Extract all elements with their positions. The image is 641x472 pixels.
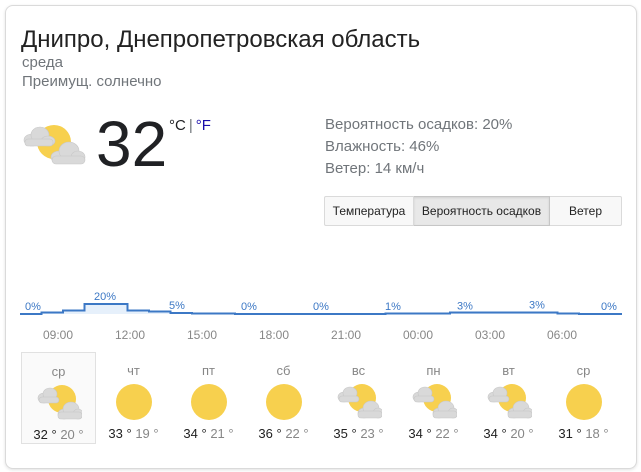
day-name: сб [276, 363, 291, 378]
precip-label: 0% [313, 301, 329, 313]
wind: Ветер: 14 км/ч [325, 160, 425, 177]
day-temps: 33 ° 19 ° [96, 426, 171, 441]
precipitation-probability: Вероятность осадков: 20% [325, 116, 513, 133]
sun-icon [265, 384, 302, 420]
unit-celsius[interactable]: °C [169, 117, 186, 134]
humidity: Влажность: 46% [325, 138, 440, 155]
partly-cloudy-icon [337, 384, 382, 419]
tab-wind[interactable]: Ветер [550, 196, 622, 226]
day-temps: 35 ° 23 ° [321, 426, 396, 441]
day-tile[interactable]: ср 32 ° 20 ° [21, 352, 96, 444]
precip-label: 0% [25, 301, 41, 313]
time-axis: 09:00 12:00 15:00 18:00 21:00 00:00 03:00 06:00 [43, 328, 577, 342]
day-low: 20 ° [60, 427, 84, 442]
day-tile[interactable]: чт 33 ° 19 ° [96, 352, 171, 444]
day-high: 32 ° [33, 427, 57, 442]
partly-cloudy-icon [23, 125, 86, 165]
time-label: 06:00 [547, 328, 577, 342]
day-tile[interactable]: вт 34 ° 20 ° [471, 352, 546, 444]
day-temps: 34 ° 22 ° [396, 426, 471, 441]
day-high: 35 ° [333, 426, 357, 441]
day-name: чт [127, 363, 140, 378]
day-high: 31 ° [558, 426, 582, 441]
day-low: 20 ° [510, 426, 534, 441]
daily-forecast: ср 32 ° 20 ° чт 33 ° 19 ° пт 34 ° 21 ° сб 36 ° … [21, 352, 621, 444]
time-label: 03:00 [475, 328, 505, 342]
time-label: 18:00 [259, 328, 289, 342]
condition-label: Преимущ. солнечно [22, 73, 162, 90]
day-name: ср [576, 363, 591, 378]
day-high: 34 ° [483, 426, 507, 441]
day-low: 18 ° [585, 426, 609, 441]
day-high: 36 ° [258, 426, 282, 441]
time-label: 12:00 [115, 328, 145, 342]
day-tile[interactable]: пт 34 ° 21 ° [171, 352, 246, 444]
sun-icon [190, 384, 227, 420]
day-low: 22 ° [285, 426, 309, 441]
day-temps: 36 ° 22 ° [246, 426, 321, 441]
day-name: пт [202, 363, 215, 378]
sun-icon [565, 384, 602, 420]
day-label: среда [22, 54, 63, 71]
unit-fahrenheit[interactable]: °F [196, 117, 211, 134]
day-tile[interactable]: вс 35 ° 23 ° [321, 352, 396, 444]
time-label: 09:00 [43, 328, 73, 342]
precip-label: 1% [385, 301, 401, 313]
day-temps: 34 ° 20 ° [471, 426, 546, 441]
partly-cloudy-icon [37, 385, 82, 420]
tab-temperature[interactable]: Температура [324, 196, 414, 226]
day-temps: 34 ° 21 ° [171, 426, 246, 441]
day-low: 21 ° [210, 426, 234, 441]
tab-precipitation[interactable]: Вероятность осадков [414, 196, 550, 226]
precipitation-chart: 0% 20% 5% 0% 0% 1% 3% 3% 0% [20, 291, 622, 315]
day-low: 19 ° [135, 426, 159, 441]
day-high: 33 ° [108, 426, 132, 441]
day-high: 34 ° [408, 426, 432, 441]
precip-label: 0% [241, 301, 257, 313]
day-low: 23 ° [360, 426, 384, 441]
location-title: Днипро, Днепропетровская область [21, 26, 421, 53]
precip-label: 20% [94, 291, 116, 303]
day-tile[interactable]: сб 36 ° 22 ° [246, 352, 321, 444]
time-label: 15:00 [187, 328, 217, 342]
time-label: 21:00 [331, 328, 361, 342]
unit-switch: °C | °F [169, 117, 211, 134]
precip-label: 5% [169, 300, 185, 312]
day-tile[interactable]: ср 31 ° 18 ° [546, 352, 621, 444]
current-temperature: 32 [96, 108, 168, 180]
day-name: вс [351, 363, 366, 378]
sun-icon [115, 384, 152, 420]
chart-tabs: Температура Вероятность осадков Ветер [324, 196, 622, 226]
precip-label: 3% [457, 301, 473, 313]
day-high: 34 ° [183, 426, 207, 441]
day-tile[interactable]: пн 34 ° 22 ° [396, 352, 471, 444]
day-name: ср [51, 364, 66, 379]
partly-cloudy-icon [412, 384, 457, 419]
day-low: 22 ° [435, 426, 459, 441]
day-temps: 32 ° 20 ° [22, 427, 95, 442]
day-name: пн [426, 363, 441, 378]
day-temps: 31 ° 18 ° [546, 426, 621, 441]
partly-cloudy-icon [487, 384, 532, 419]
time-label: 00:00 [403, 328, 433, 342]
unit-separator: | [188, 117, 193, 134]
day-name: вт [502, 363, 515, 378]
precip-label: 0% [601, 301, 617, 313]
precip-label: 3% [529, 300, 545, 312]
